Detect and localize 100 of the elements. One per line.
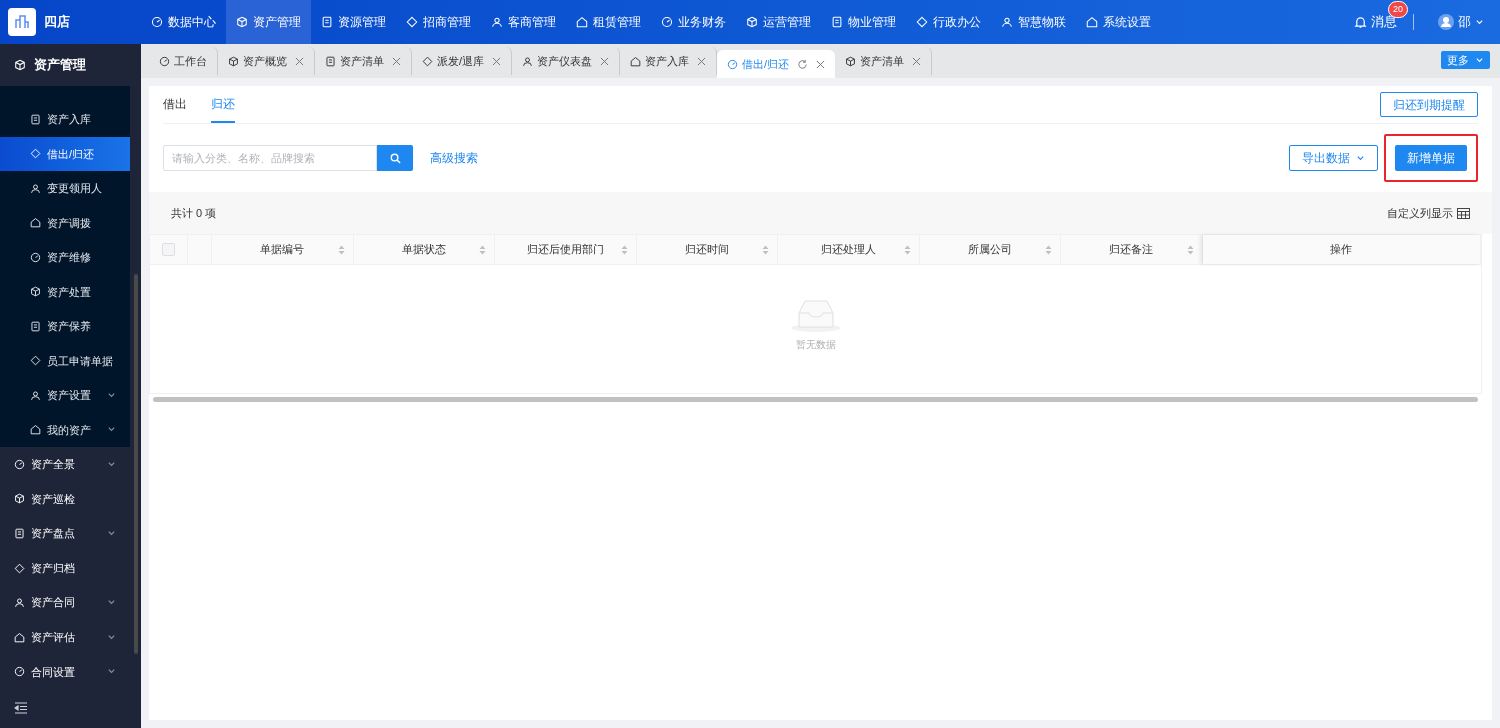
sidebar-section-title[interactable]: 资产管理 (0, 44, 141, 86)
nav-item[interactable]: 智慧物联 (991, 0, 1076, 44)
sort-icon[interactable] (903, 244, 911, 255)
user-menu[interactable]: 邵 (1430, 12, 1484, 32)
empty-inbox-icon (789, 298, 842, 333)
sidebar-item[interactable]: 资产入库 (0, 102, 130, 137)
close-icon[interactable] (912, 56, 922, 66)
export-button[interactable]: 导出数据 (1289, 145, 1378, 171)
sidebar-item[interactable]: 资产设置 (0, 378, 130, 413)
horizontal-scrollbar[interactable] (153, 397, 1478, 402)
sub-tab[interactable]: 归还 (211, 86, 235, 123)
clock-icon (661, 16, 673, 28)
sidebar-item[interactable]: 资产巡检 (0, 481, 130, 517)
nav-item[interactable]: 招商管理 (396, 0, 481, 44)
chevron-down-icon (107, 390, 116, 400)
tab[interactable]: 资产清单 (835, 47, 933, 75)
sort-icon[interactable] (479, 244, 486, 255)
sub-tab[interactable]: 借出 (163, 86, 187, 123)
column-header[interactable]: 归还后使用部门 (495, 235, 637, 264)
person-icon (14, 597, 25, 609)
sidebar-item[interactable]: 资产评估 (0, 619, 130, 655)
sort-icon[interactable] (1186, 244, 1194, 255)
nav-item[interactable]: 物业管理 (821, 0, 906, 44)
sort-icon[interactable] (620, 244, 628, 255)
nav-item[interactable]: 客商管理 (481, 0, 566, 44)
due-reminder-button[interactable]: 归还到期提醒 (1380, 92, 1478, 117)
sidebar-item[interactable]: 资产维修 (0, 240, 130, 275)
clock-icon (727, 58, 739, 70)
sidebar-item[interactable]: 资产调拨 (0, 205, 130, 240)
sidebar-item[interactable]: 我的资产 (0, 412, 130, 447)
bell-icon (1354, 15, 1367, 29)
diamond-icon (422, 55, 433, 67)
chevron-down-icon (107, 529, 116, 538)
column-header[interactable]: 归还时间 (636, 235, 778, 264)
tab[interactable]: 工作台 (149, 47, 218, 75)
sidebar-item[interactable]: 资产处置 (0, 274, 130, 309)
column-header[interactable]: 所属公司 (919, 235, 1061, 264)
column-settings-button[interactable]: 自定义列显示 (1387, 204, 1470, 222)
nav-item[interactable]: 资源管理 (311, 0, 396, 44)
sidebar-item[interactable]: 员工申请单据 (0, 343, 130, 378)
sort-icon[interactable] (337, 244, 345, 255)
column-header[interactable]: 操作 (1202, 235, 1481, 264)
person-icon (30, 389, 41, 401)
house-icon (576, 16, 588, 28)
chevron-down-icon (107, 459, 116, 469)
sidebar-item[interactable]: 资产保养 (0, 309, 130, 344)
advanced-search-link[interactable]: 高级搜索 (430, 149, 478, 167)
close-icon[interactable] (600, 56, 610, 66)
scrollbar[interactable] (134, 274, 138, 654)
close-icon[interactable] (697, 56, 707, 66)
column-header[interactable]: 归还备注 (1061, 235, 1203, 264)
person-icon (522, 55, 534, 67)
cube-icon (746, 16, 758, 28)
house-icon (14, 631, 25, 643)
nav-item[interactable]: 行政办公 (906, 0, 991, 44)
chevron-down-icon (1356, 153, 1365, 163)
sidebar-item[interactable]: 变更领用人 (0, 171, 130, 206)
tab[interactable]: 资产清单 (315, 47, 412, 75)
sidebar-item[interactable]: 资产盘点 (0, 516, 130, 551)
document-icon (325, 55, 336, 67)
sort-icon[interactable] (762, 244, 769, 255)
document-icon (321, 16, 333, 28)
avatar-icon (1438, 14, 1454, 30)
document-icon (30, 113, 41, 125)
sidebar-item[interactable]: 借出/归还 (0, 136, 130, 171)
more-button[interactable]: 更多 (1441, 51, 1490, 69)
tab[interactable]: 派发/退库 (412, 47, 513, 75)
search-field[interactable]: 请输入分类、名称、品牌搜索 (163, 145, 377, 171)
person-icon (30, 182, 41, 194)
sidebar-item[interactable]: 资产全景 (0, 447, 130, 482)
refresh-icon[interactable] (797, 58, 809, 70)
clock-icon (151, 16, 163, 28)
sidebar-item[interactable]: 资产归档 (0, 550, 130, 586)
sidebar-item[interactable]: 资产合同 (0, 585, 130, 620)
nav-item[interactable]: 运营管理 (736, 0, 821, 44)
tab[interactable]: 资产仪表盘 (512, 47, 621, 75)
select-all-checkbox[interactable] (162, 243, 175, 256)
column-header[interactable]: 单据编号 (212, 235, 354, 264)
nav-item[interactable]: 业务财务 (651, 0, 736, 44)
search-button[interactable] (377, 145, 413, 171)
column-header[interactable]: 归还处理人 (778, 235, 920, 264)
nav-item[interactable]: 资产管理 (226, 0, 311, 44)
collapse-menu-icon[interactable] (14, 702, 28, 714)
sidebar-item[interactable]: 合同设置 (0, 654, 130, 690)
close-icon[interactable] (295, 56, 304, 66)
clock-icon (30, 251, 41, 263)
close-icon[interactable] (392, 56, 401, 66)
person-icon (1001, 16, 1013, 28)
cube-icon (30, 286, 41, 298)
house-icon (1086, 16, 1098, 28)
tab[interactable]: 资产概览 (218, 47, 315, 75)
tab[interactable]: 借出/归还 (717, 50, 836, 78)
close-icon[interactable] (816, 59, 826, 69)
new-document-button[interactable]: 新增单据 (1395, 145, 1467, 171)
nav-item[interactable]: 系统设置 (1076, 0, 1161, 44)
nav-item[interactable]: 租赁管理 (566, 0, 651, 44)
column-header[interactable]: 单据状态 (353, 235, 495, 264)
nav-item[interactable]: 数据中心 (141, 0, 226, 44)
sort-icon[interactable] (1045, 244, 1052, 255)
close-icon[interactable] (492, 56, 502, 66)
